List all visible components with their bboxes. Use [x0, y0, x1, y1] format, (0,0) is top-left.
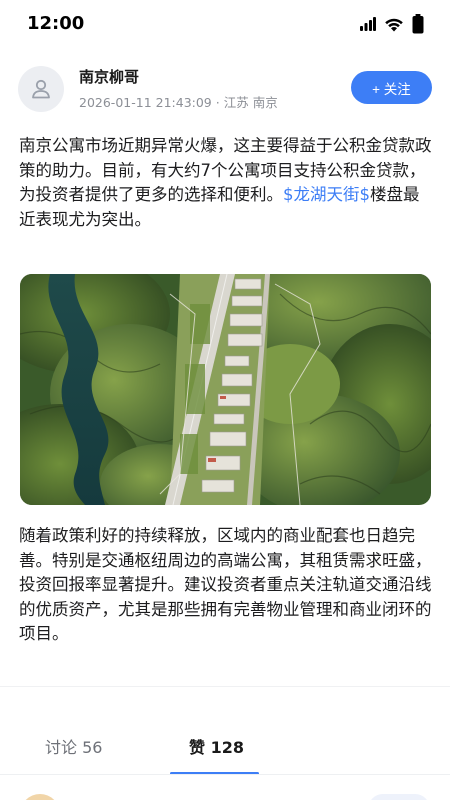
- stock-link[interactable]: $龙湖天街$: [283, 185, 370, 204]
- aerial-landscape-image: [20, 274, 431, 505]
- avatar[interactable]: [20, 794, 60, 800]
- post-header: 南京柳哥 2026-01-11 21:43:09 · 江苏 南京 + 关注: [18, 60, 432, 116]
- status-icons: [360, 14, 424, 34]
- tab-discussion-label: 讨论: [45, 738, 78, 757]
- post-meta: 2026-01-11 21:43:09 · 江苏 南京: [79, 92, 278, 111]
- tab-discussion[interactable]: 讨论 56: [45, 734, 102, 758]
- meta-separator: ·: [215, 95, 220, 110]
- post-paragraph-2: 随着政策利好的持续释放，区域内的商业配套也日趋完善。特别是交通枢纽周边的高端公寓…: [19, 526, 432, 643]
- follow-button-label: + 关注: [372, 81, 411, 97]
- wifi-icon: [385, 18, 403, 31]
- post-image[interactable]: [20, 274, 431, 505]
- status-bar: 12:00: [0, 0, 450, 48]
- tab-likes[interactable]: 赞 128: [189, 734, 244, 758]
- battery-icon: [412, 14, 424, 34]
- avatar[interactable]: [18, 66, 64, 112]
- tab-bar: 讨论 56 赞 128: [0, 718, 450, 775]
- user-icon: [32, 79, 50, 99]
- tab-likes-label: 赞: [189, 738, 206, 757]
- tab-bar-divider: [0, 774, 450, 775]
- section-divider: [0, 686, 450, 687]
- list-item[interactable]: [18, 790, 432, 800]
- post-paragraph-1: 南京公寓市场近期异常火爆，这主要得益于公积金贷款政策的助力。目前，有大约7个公寓…: [19, 134, 433, 232]
- follow-button[interactable]: [368, 794, 430, 800]
- post-location: 江苏 南京: [223, 95, 278, 110]
- author-name[interactable]: 南京柳哥: [79, 66, 139, 87]
- post-timestamp: 2026-01-11 21:43:09: [79, 95, 212, 110]
- status-time: 12:00: [27, 13, 85, 34]
- signal-icon: [360, 17, 376, 31]
- tab-discussion-count: 56: [82, 738, 103, 757]
- follow-button[interactable]: + 关注: [351, 71, 432, 104]
- tab-likes-count: 128: [210, 738, 244, 757]
